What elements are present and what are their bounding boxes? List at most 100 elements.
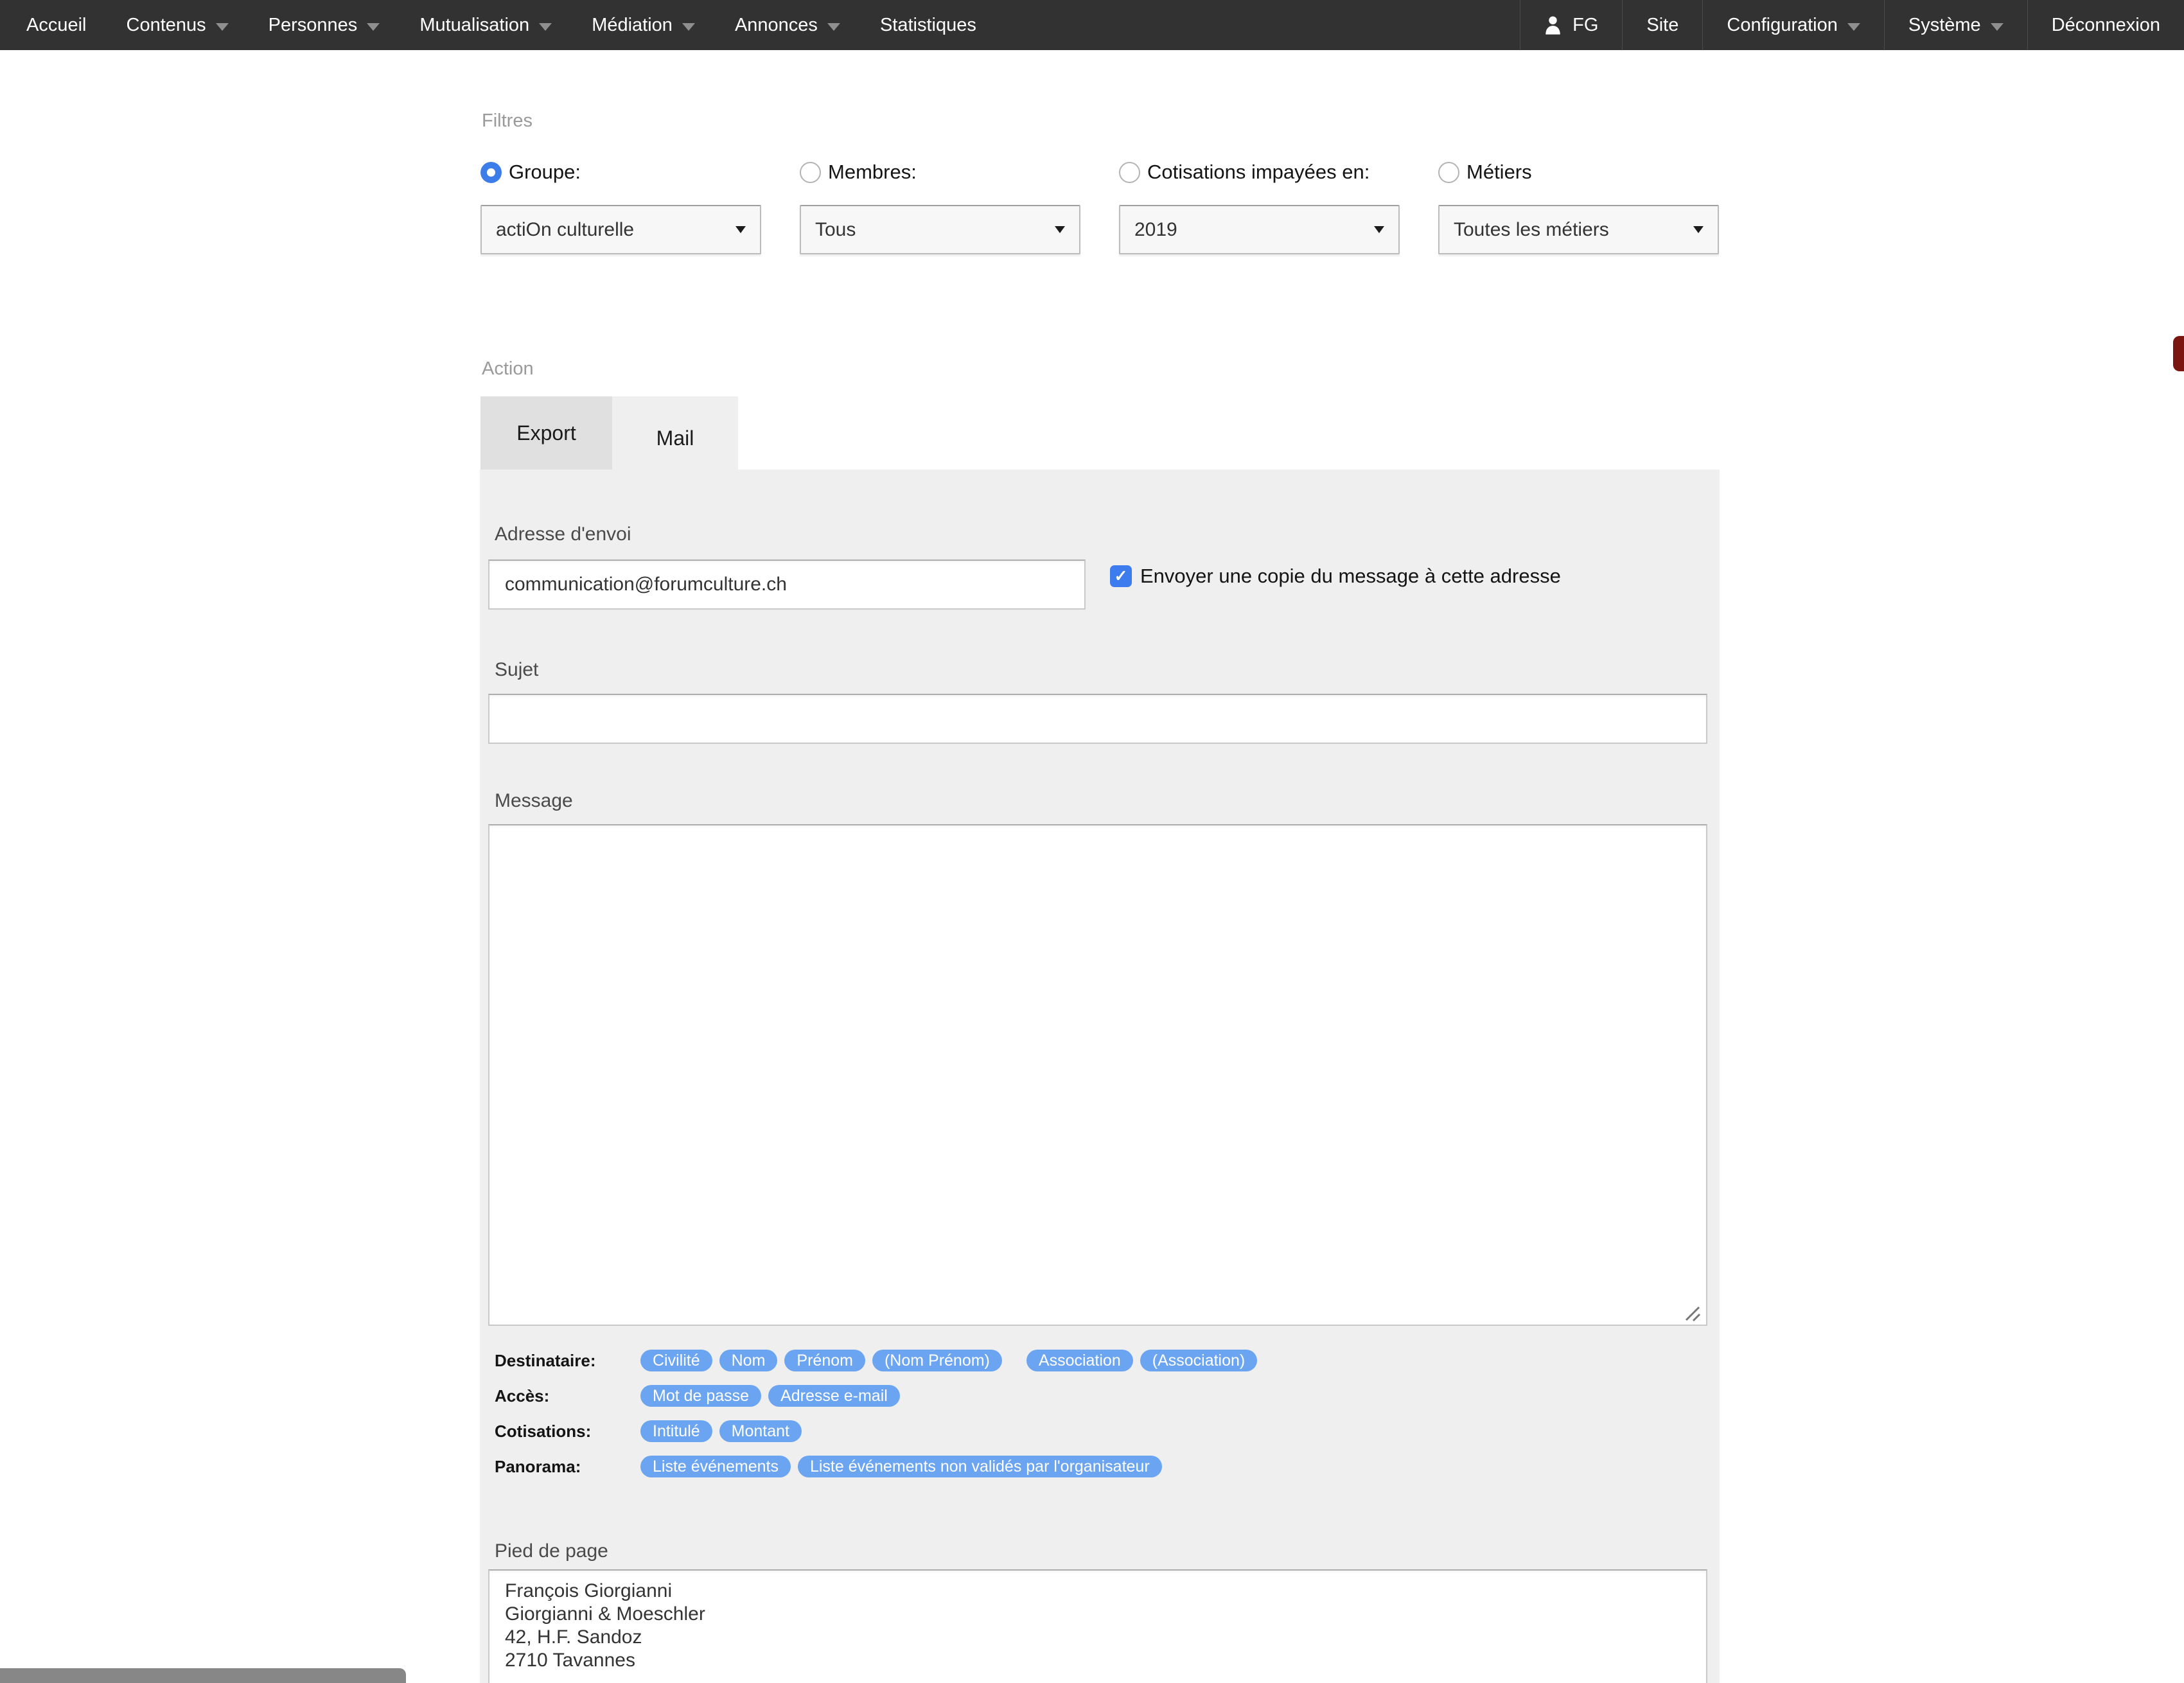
nav-item-configuration[interactable]: Configuration bbox=[1702, 0, 1884, 50]
nav-item-statistiques[interactable]: Statistiques bbox=[860, 0, 996, 50]
token-group-label: Accès: bbox=[495, 1386, 640, 1406]
select-caret-icon bbox=[1055, 226, 1065, 233]
nav-right: FG Site Configuration Système Déconnexio… bbox=[1520, 0, 2184, 50]
token-pill[interactable]: Liste événements non validés par l'organ… bbox=[798, 1456, 1162, 1477]
nav-item-label: Déconnexion bbox=[2052, 15, 2160, 36]
token-row-destinataire: Destinataire: Civilité Nom Prénom (Nom P… bbox=[495, 1350, 1264, 1371]
nav-item-label: Site bbox=[1646, 15, 1678, 36]
sender-address-label: Adresse d'envoi bbox=[495, 524, 631, 545]
nav-item-user[interactable]: FG bbox=[1520, 0, 1622, 50]
nav-item-mediation[interactable]: Médiation bbox=[572, 0, 715, 50]
filters-section-label: Filtres bbox=[482, 110, 533, 132]
sender-address-input[interactable] bbox=[488, 560, 1086, 610]
token-pill[interactable]: Mot de passe bbox=[640, 1385, 761, 1407]
nav-item-label: Statistiques bbox=[880, 15, 976, 36]
token-pill[interactable]: Adresse e-mail bbox=[768, 1385, 900, 1407]
filter-col-groupe: Groupe: actiOn culturelle bbox=[480, 161, 761, 254]
chevron-down-icon bbox=[1991, 23, 2003, 31]
tab-mail-label: Mail bbox=[656, 427, 694, 450]
nav-item-label: Mutualisation bbox=[419, 15, 529, 36]
nav-item-personnes[interactable]: Personnes bbox=[249, 0, 400, 50]
metiers-select-value: Toutes les métiers bbox=[1454, 219, 1609, 241]
filter-col-cotisations: Cotisations impayées en: 2019 bbox=[1119, 161, 1400, 254]
nav-item-label: Configuration bbox=[1727, 15, 1838, 36]
person-icon bbox=[1544, 15, 1562, 35]
token-pill[interactable]: Liste événements bbox=[640, 1456, 791, 1477]
groupe-radio[interactable] bbox=[480, 162, 502, 183]
nav-item-systeme[interactable]: Système bbox=[1884, 0, 2027, 50]
token-pill[interactable]: Association bbox=[1026, 1350, 1133, 1371]
nav-item-contenus[interactable]: Contenus bbox=[107, 0, 249, 50]
membres-select-value: Tous bbox=[815, 219, 856, 241]
token-pill[interactable]: Montant bbox=[719, 1420, 802, 1442]
metiers-radio[interactable] bbox=[1438, 162, 1459, 183]
filter-col-membres: Membres: Tous bbox=[800, 161, 1080, 254]
chevron-down-icon bbox=[216, 23, 229, 31]
token-pill[interactable]: Nom bbox=[719, 1350, 778, 1371]
action-tabs: Export Mail bbox=[480, 396, 738, 480]
nav-item-mutualisation[interactable]: Mutualisation bbox=[400, 0, 572, 50]
membres-radio[interactable] bbox=[800, 162, 821, 183]
resize-handle-icon[interactable] bbox=[1680, 1301, 1703, 1324]
message-label: Message bbox=[495, 790, 573, 812]
token-group-label: Destinataire: bbox=[495, 1351, 640, 1371]
chevron-down-icon bbox=[367, 23, 380, 31]
footer-label: Pied de page bbox=[495, 1540, 608, 1562]
nav-item-annonces[interactable]: Annonces bbox=[715, 0, 860, 50]
metiers-radio-label: Métiers bbox=[1466, 161, 1532, 184]
select-caret-icon bbox=[1693, 226, 1704, 233]
groupe-select[interactable]: actiOn culturelle bbox=[480, 205, 761, 254]
nav-item-label: Médiation bbox=[592, 15, 673, 36]
copy-checkbox-line: ✓ Envoyer une copie du message à cette a… bbox=[1110, 565, 1561, 588]
token-pill[interactable]: Civilité bbox=[640, 1350, 712, 1371]
metiers-select[interactable]: Toutes les métiers bbox=[1438, 205, 1719, 254]
top-navbar: Accueil Contenus Personnes Mutualisation… bbox=[0, 0, 2184, 50]
groupe-radio-label: Groupe: bbox=[509, 161, 581, 184]
token-group-label: Panorama: bbox=[495, 1457, 640, 1477]
token-pill[interactable]: Intitulé bbox=[640, 1420, 712, 1442]
token-pill[interactable]: Prénom bbox=[784, 1350, 865, 1371]
tab-export-label: Export bbox=[516, 421, 576, 445]
token-groups: Destinataire: Civilité Nom Prénom (Nom P… bbox=[495, 1350, 1264, 1491]
cotisations-select-value: 2019 bbox=[1134, 219, 1177, 241]
nav-item-label: FG bbox=[1572, 15, 1598, 36]
nav-item-accueil[interactable]: Accueil bbox=[6, 0, 107, 50]
membres-select[interactable]: Tous bbox=[800, 205, 1080, 254]
cotisations-radio[interactable] bbox=[1119, 162, 1140, 183]
nav-item-label: Accueil bbox=[26, 15, 87, 36]
groupe-select-value: actiOn culturelle bbox=[496, 219, 634, 241]
mail-panel: Adresse d'envoi ✓ Envoyer une copie du m… bbox=[480, 470, 1720, 1683]
token-row-panorama: Panorama: Liste événements Liste événeme… bbox=[495, 1456, 1264, 1477]
copy-checkbox-label: Envoyer une copie du message à cette adr… bbox=[1140, 565, 1561, 588]
chevron-down-icon bbox=[539, 23, 552, 31]
action-section-label: Action bbox=[482, 358, 534, 380]
footer-textarea[interactable]: François Giorgianni Giorgianni & Moeschl… bbox=[488, 1569, 1707, 1683]
token-pill[interactable]: (Association) bbox=[1140, 1350, 1258, 1371]
message-textarea[interactable] bbox=[488, 824, 1707, 1326]
nav-item-site[interactable]: Site bbox=[1622, 0, 1702, 50]
select-caret-icon bbox=[735, 226, 746, 233]
nav-item-deconnexion[interactable]: Déconnexion bbox=[2027, 0, 2184, 50]
filter-grid: Groupe: actiOn culturelle Membres: Tous … bbox=[480, 161, 1720, 254]
nav-item-label: Annonces bbox=[735, 15, 818, 36]
chevron-down-icon bbox=[827, 23, 840, 31]
chevron-down-icon bbox=[682, 23, 695, 31]
nav-left: Accueil Contenus Personnes Mutualisation… bbox=[0, 0, 996, 50]
tab-export[interactable]: Export bbox=[480, 396, 612, 470]
filter-col-metiers: Métiers Toutes les métiers bbox=[1438, 161, 1719, 254]
copy-checkbox[interactable]: ✓ bbox=[1110, 565, 1132, 587]
nav-item-label: Système bbox=[1908, 15, 1981, 36]
token-group-label: Cotisations: bbox=[495, 1422, 640, 1441]
select-caret-icon bbox=[1374, 226, 1384, 233]
nav-item-label: Contenus bbox=[127, 15, 206, 36]
tab-mail[interactable]: Mail bbox=[612, 396, 738, 480]
token-row-acces: Accès: Mot de passe Adresse e-mail bbox=[495, 1385, 1264, 1407]
subject-input[interactable] bbox=[488, 694, 1707, 744]
token-pill[interactable]: (Nom Prénom) bbox=[872, 1350, 1002, 1371]
subject-label: Sujet bbox=[495, 659, 538, 681]
cotisations-radio-label: Cotisations impayées en: bbox=[1147, 161, 1369, 184]
nav-item-label: Personnes bbox=[269, 15, 358, 36]
chevron-down-icon bbox=[1847, 23, 1860, 31]
cotisations-select[interactable]: 2019 bbox=[1119, 205, 1400, 254]
feedback-side-tab[interactable] bbox=[2173, 336, 2184, 371]
